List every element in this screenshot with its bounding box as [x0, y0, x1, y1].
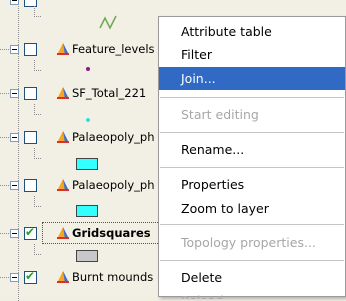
tree-connector — [34, 70, 42, 71]
menu-item-filter[interactable]: Filter — [159, 43, 345, 66]
tree-connector — [34, 16, 42, 17]
menu-item-delete[interactable]: Delete — [159, 266, 345, 289]
layer-visibility-checkbox[interactable] — [24, 43, 37, 56]
tree-connector — [34, 158, 42, 159]
layer-name: SF_Total_221 — [72, 86, 147, 100]
tree-connector — [34, 196, 35, 206]
layer-context-menu: Attribute table Filter Join... Start edi… — [158, 16, 346, 299]
menu-separator — [160, 224, 344, 225]
tree-connector — [34, 244, 35, 254]
tree-connector — [0, 185, 10, 186]
menu-item-rename[interactable]: Rename... — [159, 138, 345, 161]
checkmark-icon: ✔ — [25, 225, 36, 239]
menu-separator — [160, 260, 344, 261]
fill-symbol-swatch — [76, 250, 98, 262]
menu-item-zoom-to-layer[interactable]: Zoom to layer — [159, 197, 345, 220]
expander-toggle[interactable] — [10, 229, 19, 238]
fill-symbol-swatch — [76, 158, 98, 170]
layer-visibility-checkbox[interactable] — [24, 87, 37, 100]
tree-connector — [34, 6, 35, 16]
layer-name: Palaeopoly_ph — [72, 178, 155, 192]
point-symbol-icon — [86, 118, 90, 122]
vector-layer-icon — [57, 43, 69, 55]
vector-layer-icon — [57, 271, 69, 283]
expander-toggle[interactable] — [10, 45, 19, 54]
menu-item-start-editing[interactable]: Start editing — [159, 103, 345, 126]
tree-connector — [0, 233, 10, 234]
tree-connector — [34, 148, 35, 158]
layer-visibility-checkbox[interactable]: ✔ — [24, 225, 37, 240]
menu-item-topology-properties[interactable]: Topology properties... — [159, 231, 345, 254]
layer-name: Palaeopoly_ph — [72, 130, 155, 144]
checkmark-icon: ✔ — [25, 269, 36, 283]
layer-visibility-checkbox[interactable] — [24, 131, 37, 144]
menu-separator — [160, 167, 344, 168]
tree-connector — [0, 93, 10, 94]
point-symbol-icon — [86, 67, 90, 71]
tree-connector — [34, 114, 42, 115]
expander-toggle[interactable] — [10, 133, 19, 142]
layer-visibility-checkbox[interactable]: ✔ — [24, 269, 37, 284]
tree-connector — [0, 137, 10, 138]
menu-item-properties[interactable]: Properties — [159, 173, 345, 196]
tree-connector — [34, 254, 42, 255]
layer-visibility-checkbox[interactable] — [24, 0, 37, 7]
layer-name: Burnt mounds — [72, 270, 154, 284]
tree-connector — [0, 49, 10, 50]
layer-name: Feature_levels — [72, 42, 155, 56]
tree-connector — [34, 104, 35, 114]
expander-toggle[interactable] — [10, 181, 19, 190]
vector-layer-icon — [57, 227, 69, 239]
menu-item-join[interactable]: Join... — [159, 67, 345, 90]
tree-connector — [34, 60, 35, 70]
menu-separator — [160, 97, 344, 98]
tree-connector — [0, 277, 10, 278]
expander-toggle[interactable] — [10, 273, 19, 282]
vector-layer-icon — [57, 87, 69, 99]
menu-item-reload[interactable]: Reload — [159, 289, 345, 299]
expander-toggle[interactable] — [10, 89, 19, 98]
vector-layer-icon — [57, 179, 69, 191]
fill-symbol-swatch — [76, 205, 98, 217]
vector-layer-icon — [57, 131, 69, 143]
line-symbol-icon — [99, 15, 117, 30]
menu-item-attribute-table[interactable]: Attribute table — [159, 20, 345, 43]
menu-separator — [160, 132, 344, 133]
layer-name: Gridsquares — [72, 226, 151, 240]
expander-toggle[interactable] — [10, 0, 19, 5]
layer-visibility-checkbox[interactable] — [24, 179, 37, 192]
tree-connector — [34, 206, 42, 207]
